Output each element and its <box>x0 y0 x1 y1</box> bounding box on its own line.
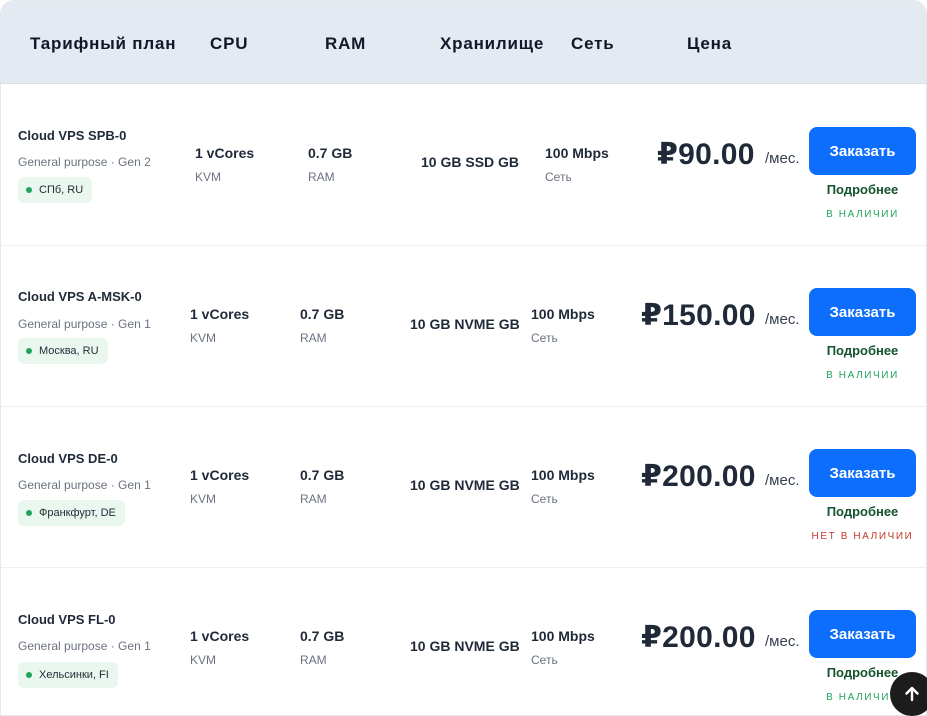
price-period: /мес. <box>765 633 800 650</box>
scroll-to-top-button[interactable] <box>890 672 927 716</box>
pricing-table: Тарифный план CPU RAM Хранилище Сеть Цен… <box>0 0 927 716</box>
storage-value: 10 GB NVME GB <box>410 316 520 332</box>
network-caption: Сеть <box>531 492 558 506</box>
location-badge: Москва, RU <box>18 338 108 364</box>
order-button[interactable]: Заказать <box>809 449 916 497</box>
details-link[interactable]: Подробнее <box>809 343 916 358</box>
plan-name: Cloud VPS FL-0 <box>18 612 116 627</box>
price-value: ₽150.00 <box>641 299 756 332</box>
table-header: Тарифный план CPU RAM Хранилище Сеть Цен… <box>1 1 926 84</box>
availability-status: В НАЛИЧИИ <box>826 209 899 220</box>
location-dot-icon <box>26 672 32 678</box>
table-row: Cloud VPS DE-0 General purpose · Gen 1 Ф… <box>1 407 926 568</box>
order-button[interactable]: Заказать <box>809 610 916 658</box>
network-value: 100 Mbps <box>545 145 609 161</box>
cpu-value: 1 vCores <box>190 306 250 322</box>
plan-name: Cloud VPS SPB-0 <box>18 128 127 143</box>
cpu-value: 1 vCores <box>190 467 250 483</box>
ram-value: 0.7 GB <box>300 467 345 483</box>
network-caption: Сеть <box>531 331 558 345</box>
ram-caption: RAM <box>308 170 335 184</box>
location-badge: Хельсинки, FI <box>18 662 118 688</box>
price-value: ₽200.00 <box>641 460 756 493</box>
header-storage: Хранилище <box>440 34 545 53</box>
location-dot-icon <box>26 187 32 193</box>
location-badge: СПб, RU <box>18 177 93 203</box>
table-row: Cloud VPS SPB-0 General purpose · Gen 2 … <box>1 85 926 246</box>
location-label: Москва, RU <box>39 345 99 357</box>
header-price: Цена <box>687 34 733 53</box>
plan-name: Cloud VPS DE-0 <box>18 451 118 466</box>
storage-value: 10 GB NVME GB <box>410 477 520 493</box>
plan-subtitle: General purpose · Gen 1 <box>18 317 151 331</box>
availability-status: НЕТ В НАЛИЧИИ <box>811 531 914 542</box>
location-label: Хельсинки, FI <box>39 669 109 681</box>
location-label: Франкфурт, DE <box>39 507 116 519</box>
network-value: 100 Mbps <box>531 467 595 483</box>
header-cpu: CPU <box>210 34 249 53</box>
ram-value: 0.7 GB <box>300 628 345 644</box>
cpu-value: 1 vCores <box>195 145 255 161</box>
cpu-caption: KVM <box>190 331 217 345</box>
location-dot-icon <box>26 510 32 516</box>
location-dot-icon <box>26 348 32 354</box>
table-row: Cloud VPS A-MSK-0 General purpose · Gen … <box>1 246 926 407</box>
ram-value: 0.7 GB <box>300 306 345 322</box>
cpu-caption: KVM <box>190 653 217 667</box>
order-button[interactable]: Заказать <box>809 127 916 175</box>
network-value: 100 Mbps <box>531 306 595 322</box>
ram-caption: RAM <box>300 653 327 667</box>
plan-subtitle: General purpose · Gen 1 <box>18 639 151 653</box>
price-value: ₽200.00 <box>641 621 756 654</box>
storage-value: 10 GB NVME GB <box>410 638 520 654</box>
location-label: СПб, RU <box>39 184 84 196</box>
price-period: /мес. <box>765 311 800 328</box>
price-value: ₽90.00 <box>657 138 755 171</box>
availability-status: В НАЛИЧИИ <box>826 370 899 381</box>
plan-name: Cloud VPS A-MSK-0 <box>18 289 142 304</box>
location-badge: Франкфурт, DE <box>18 500 125 526</box>
network-caption: Сеть <box>545 170 572 184</box>
storage-value: 10 GB SSD GB <box>421 154 520 170</box>
header-plan: Тарифный план <box>30 34 177 53</box>
price-period: /мес. <box>765 472 800 489</box>
cpu-caption: KVM <box>190 492 217 506</box>
ram-value: 0.7 GB <box>308 145 353 161</box>
table-row: Cloud VPS FL-0 General purpose · Gen 1 Х… <box>1 568 926 715</box>
price-period: /мес. <box>765 150 800 167</box>
details-link[interactable]: Подробнее <box>809 504 916 519</box>
details-link[interactable]: Подробнее <box>809 182 916 197</box>
header-network: Сеть <box>571 34 615 53</box>
network-caption: Сеть <box>531 653 558 667</box>
ram-caption: RAM <box>300 331 327 345</box>
network-value: 100 Mbps <box>531 628 595 644</box>
plan-subtitle: General purpose · Gen 1 <box>18 478 151 492</box>
cpu-caption: KVM <box>195 170 222 184</box>
header-ram: RAM <box>325 34 367 53</box>
plan-subtitle: General purpose · Gen 2 <box>18 155 151 169</box>
arrow-up-icon <box>905 686 919 702</box>
order-button[interactable]: Заказать <box>809 288 916 336</box>
cpu-value: 1 vCores <box>190 628 250 644</box>
ram-caption: RAM <box>300 492 327 506</box>
